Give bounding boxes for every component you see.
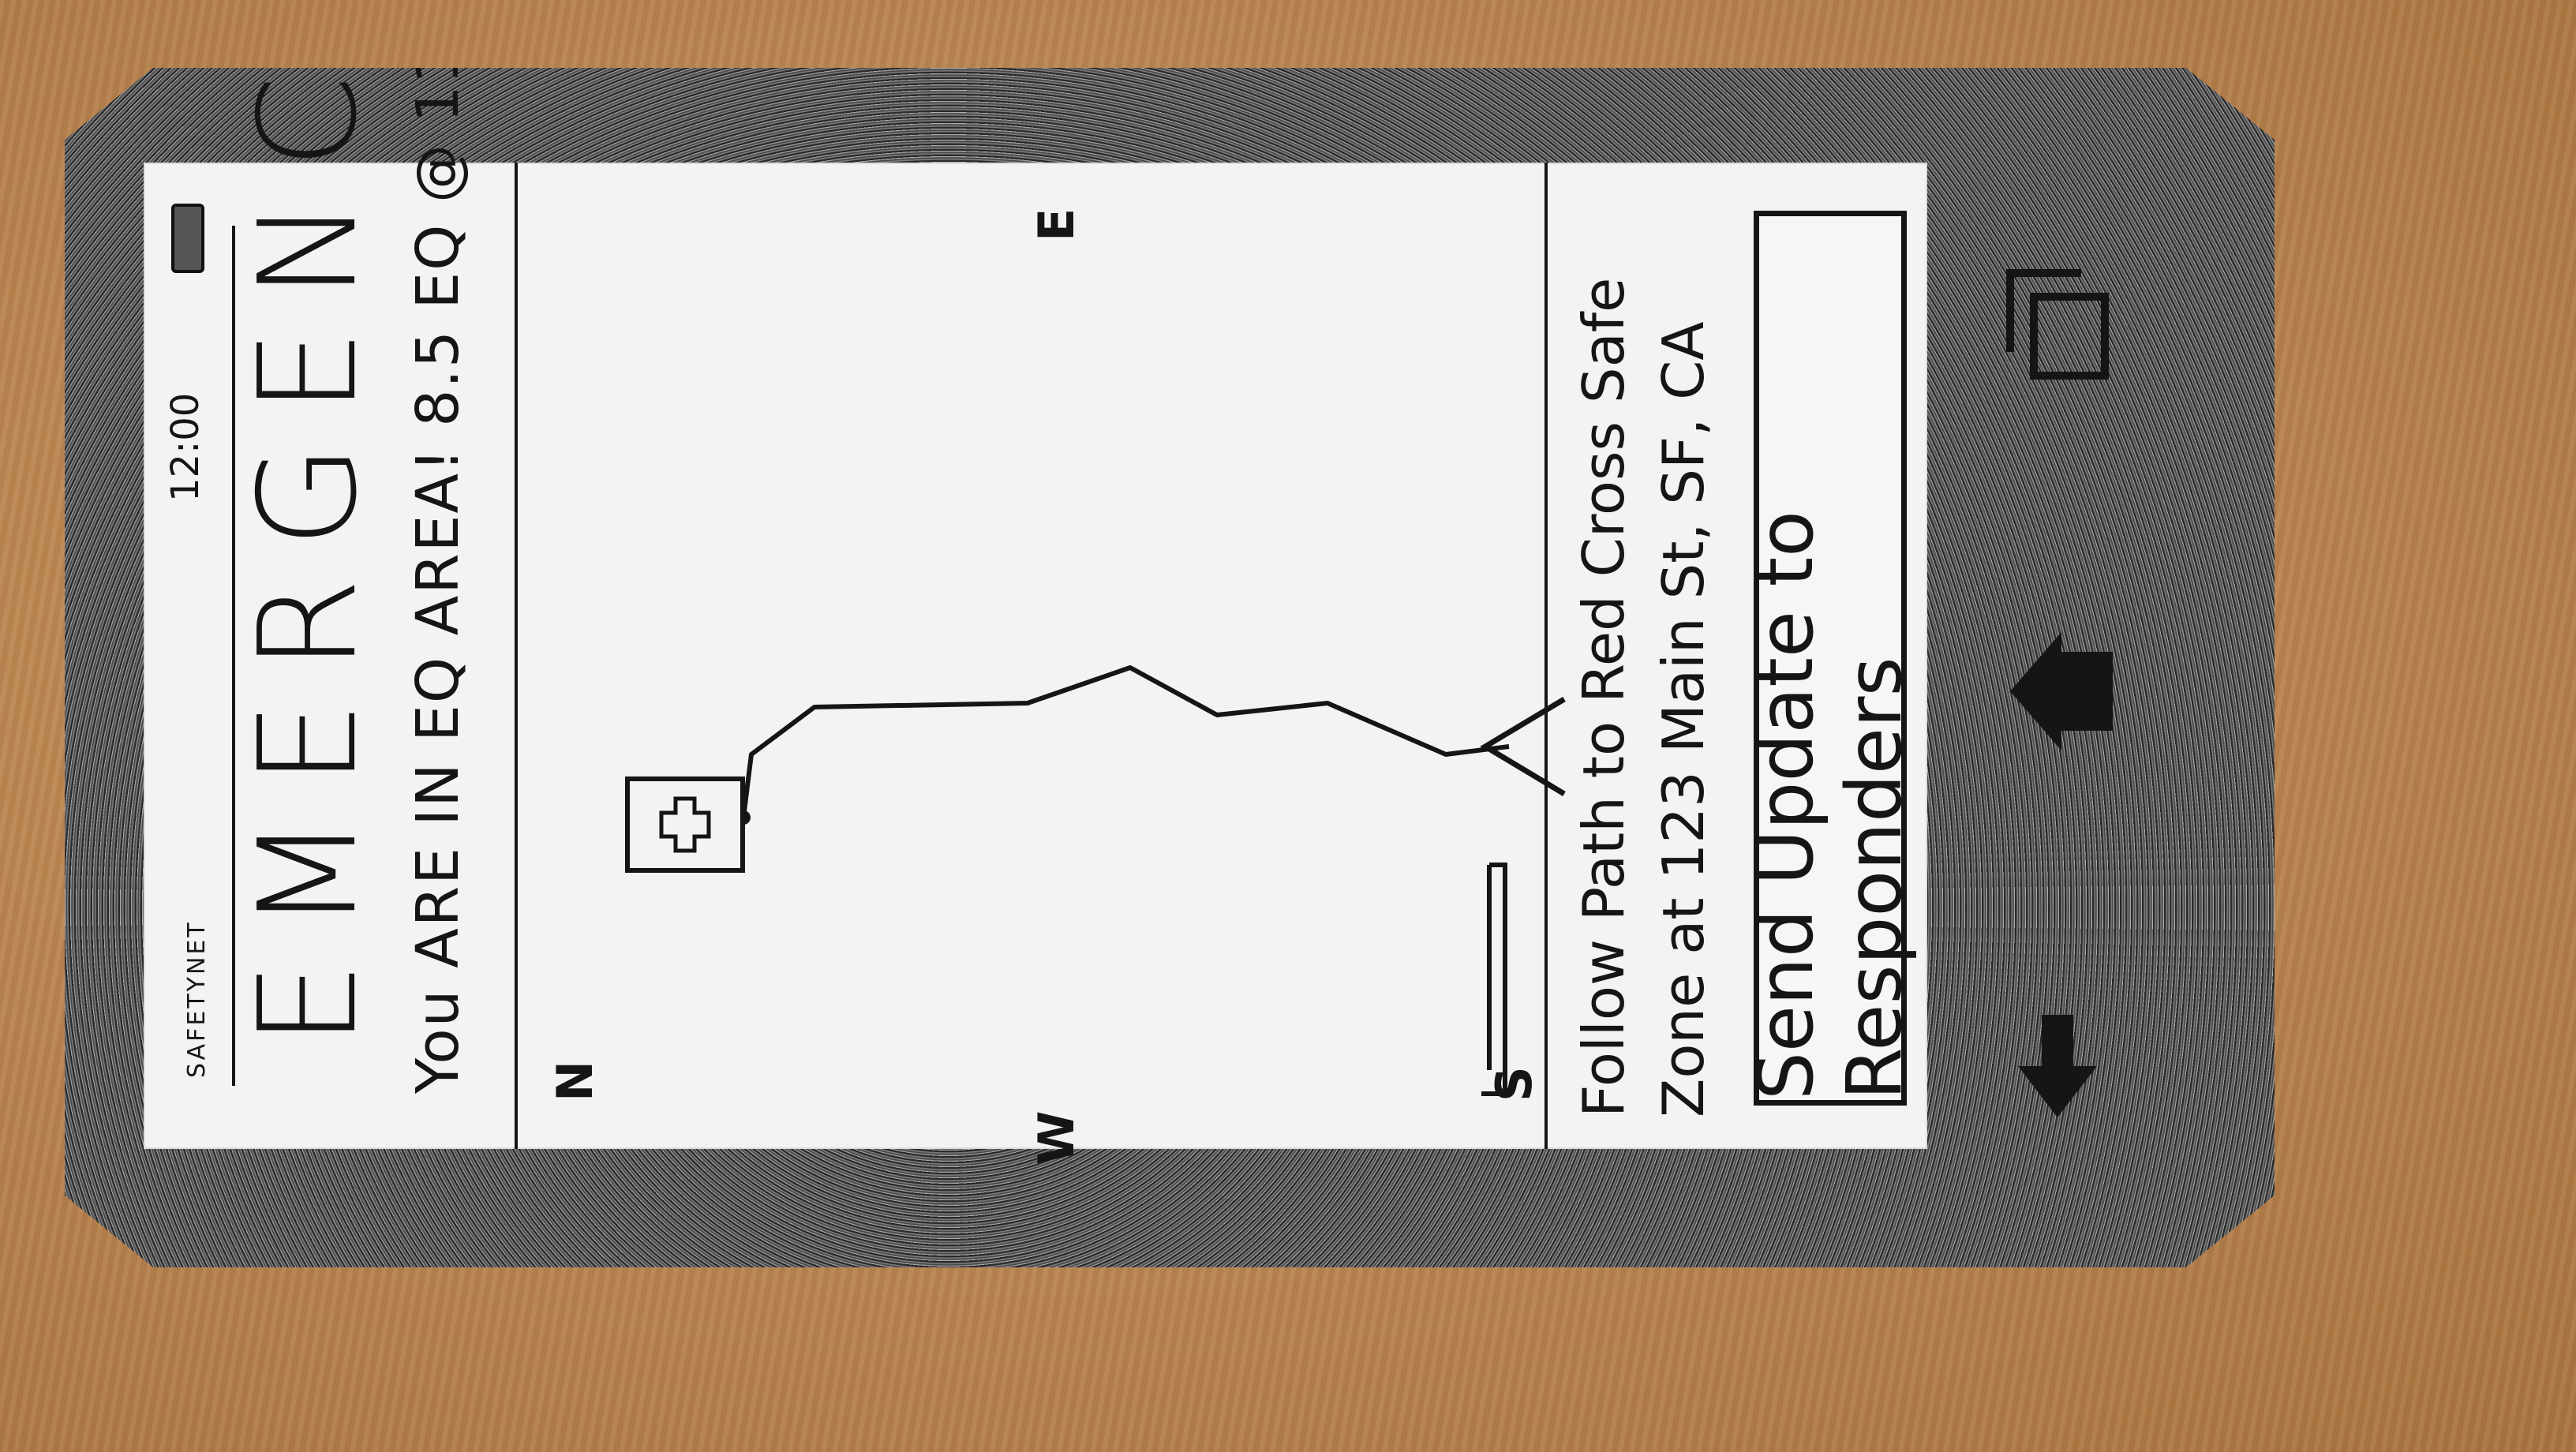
- map-divider: [1544, 163, 1548, 1149]
- status-bar: SAFETYNET 12:00: [144, 163, 230, 1149]
- recent-apps-icon[interactable]: [2002, 265, 2113, 384]
- route-map[interactable]: N E S W: [538, 163, 1548, 1149]
- phone-prototype: SAFETYNET 12:00 EMERGENCY You ARE IN EQ …: [65, 68, 2275, 1267]
- home-icon[interactable]: [2006, 628, 2117, 754]
- directions-line-1: Follow Path to Red Cross Safe: [1571, 277, 1637, 1117]
- route-path: [743, 668, 1509, 818]
- directions-text: Follow Path to Red Cross Safe Zone at 12…: [1564, 210, 1724, 1117]
- battery-icon: [171, 204, 204, 273]
- status-time: 12:00: [163, 392, 208, 502]
- back-icon[interactable]: [2014, 1007, 2101, 1125]
- page-title: EMERGENCY: [230, 0, 387, 1046]
- header-divider: [515, 163, 518, 1149]
- route-path-layer: [538, 163, 1548, 1149]
- send-update-button[interactable]: Send Update to Responders: [1754, 211, 1907, 1106]
- first-aid-cross-icon[interactable]: [625, 777, 745, 873]
- app-name: SAFETYNET: [183, 920, 211, 1078]
- alert-banner: You ARE IN EQ AREA! 8.5 EQ @ 11:00 e SF: [404, 0, 472, 1094]
- directions-line-2: Zone at 123 Main St, SF, CA: [1649, 321, 1717, 1117]
- phone-screen: SAFETYNET 12:00 EMERGENCY You ARE IN EQ …: [144, 163, 1927, 1149]
- map-scale-bar: [1477, 739, 1525, 1102]
